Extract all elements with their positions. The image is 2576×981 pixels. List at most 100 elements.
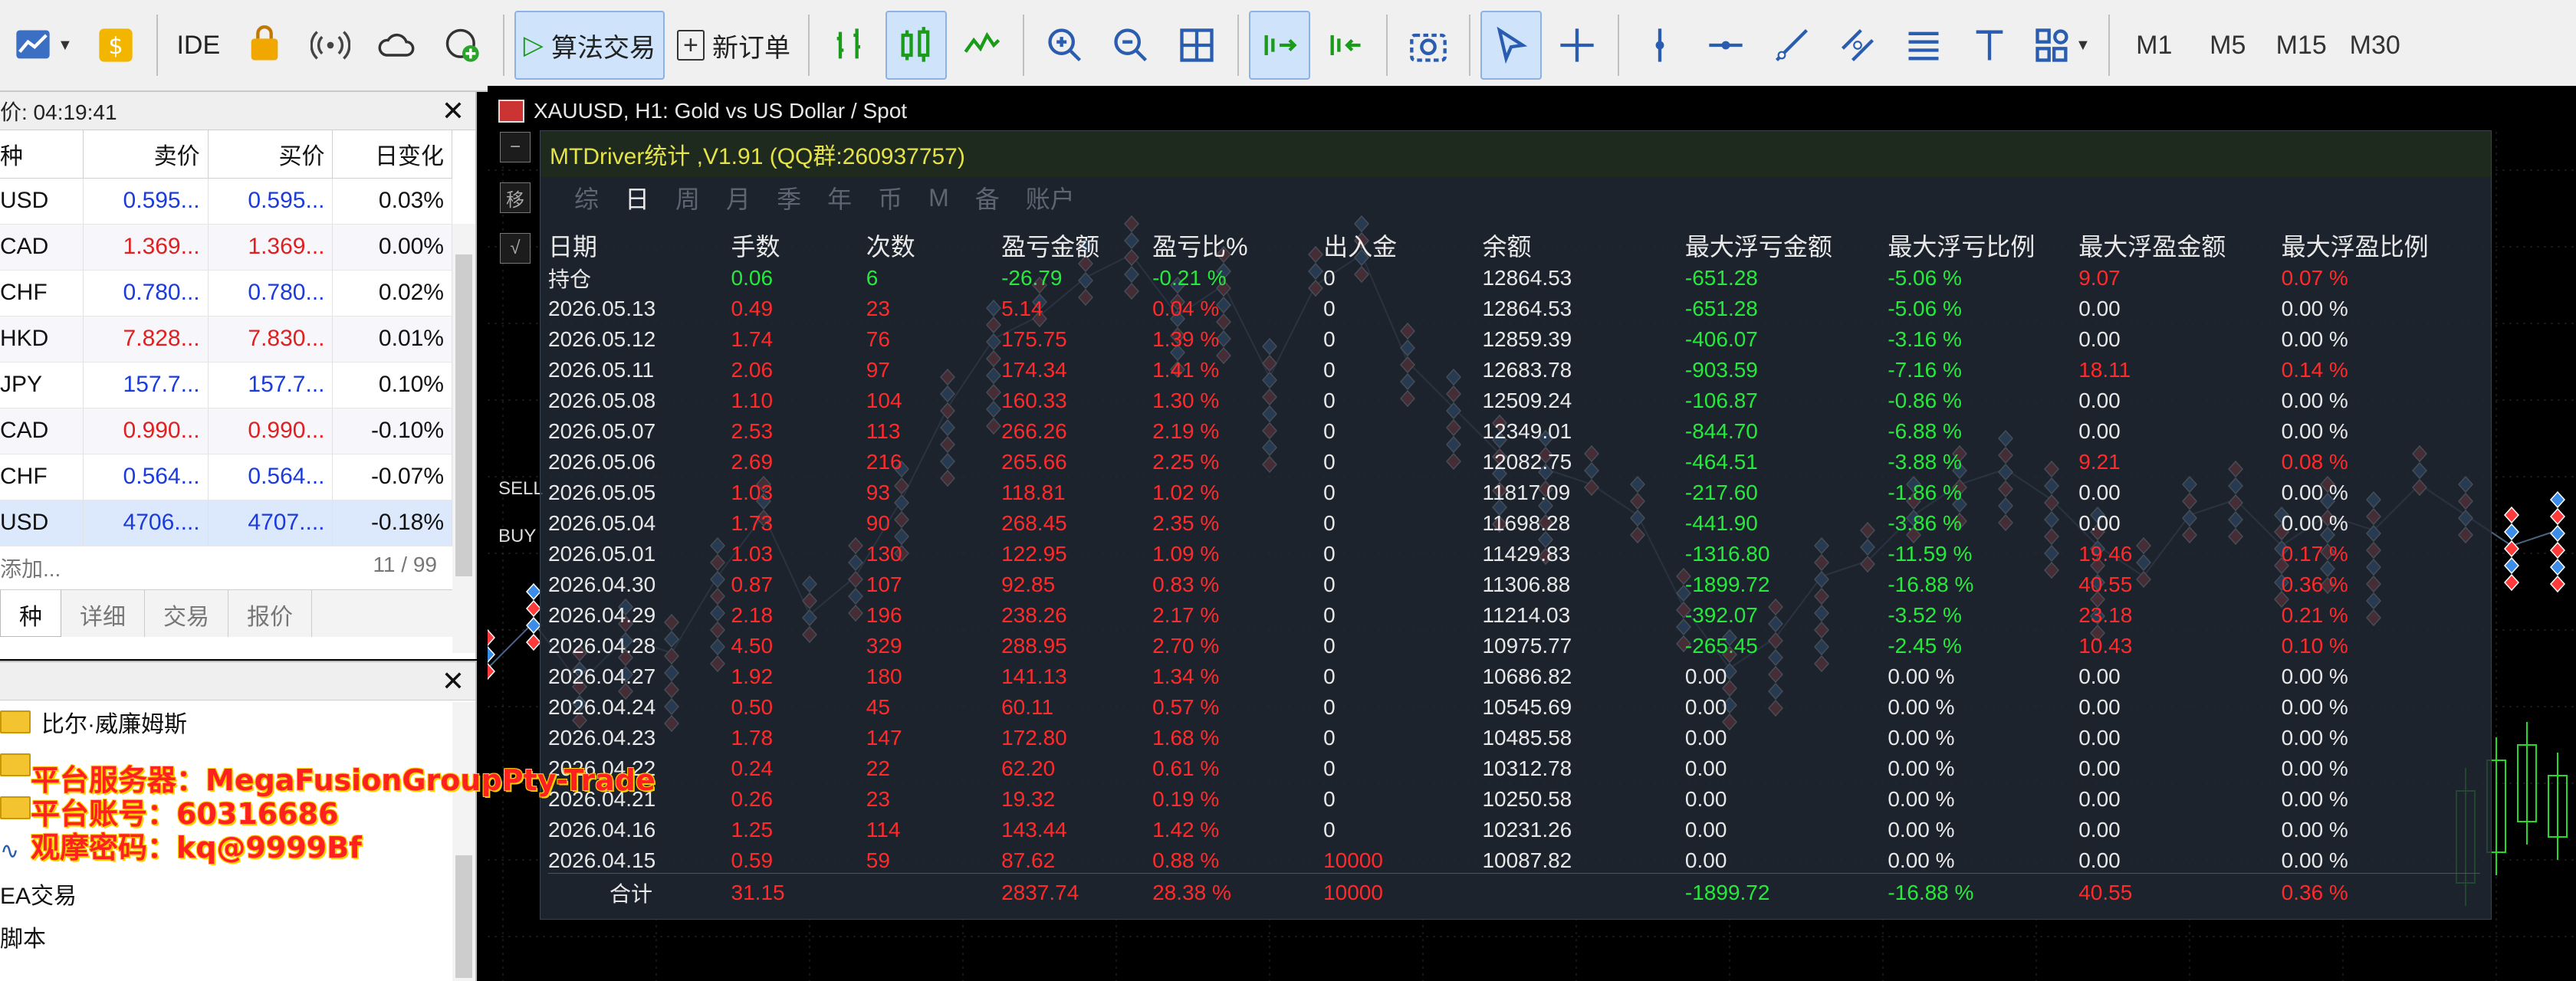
zoom-in-button[interactable] — [1034, 11, 1096, 80]
stats-cell: 10975.77 — [1482, 634, 1572, 658]
line-chart-button[interactable] — [951, 11, 1013, 80]
money-button[interactable]: $ — [85, 11, 146, 80]
stats-cell: 0.21 % — [2281, 603, 2348, 627]
market-watch-row[interactable]: USD 0.595... 0.595... 0.03% — [0, 178, 452, 225]
scrollbar-thumb[interactable] — [455, 254, 472, 576]
timeframe-m15-button[interactable]: M15 — [2267, 11, 2336, 80]
navigator-item-bill-williams[interactable]: 比尔·威廉姆斯 — [0, 700, 475, 743]
market-watch-row[interactable]: JPY 157.7... 157.7... 0.10% — [0, 362, 452, 408]
order-marker — [525, 582, 542, 601]
ide-label: IDE — [176, 30, 221, 60]
market-watch-row[interactable]: CHF 0.564... 0.564... -0.07% — [0, 454, 452, 500]
ask-cell: 0.780... — [208, 270, 334, 317]
bar-chart-button[interactable] — [820, 11, 881, 80]
stats-total-cell: 40.55 — [2078, 881, 2133, 904]
stats-row: 2026.05.08 1.10 104 160.33 1.30 % 0 12509.24 -1… — [548, 386, 2480, 416]
stats-cell: 0.00 — [2078, 726, 2121, 750]
buy-label[interactable]: BUY — [498, 526, 536, 547]
community-button[interactable] — [432, 11, 493, 80]
column-header-change[interactable]: 日变化 — [332, 130, 452, 179]
timeframe-m1-button[interactable]: M1 — [2120, 11, 2189, 80]
stats-cell: 0 — [1323, 603, 1336, 627]
candle-chart-button[interactable] — [885, 11, 947, 80]
stats-cell: 0.17 % — [2281, 542, 2348, 566]
stats-cell: 93 — [866, 481, 890, 504]
stats-tab[interactable]: 账户 — [1026, 180, 1075, 215]
chart-type-button[interactable]: ▼ — [5, 11, 80, 80]
market-button[interactable] — [234, 11, 295, 80]
stats-tab[interactable]: 综 — [574, 180, 599, 215]
column-header-bid[interactable]: 卖价 — [83, 130, 209, 179]
text-button[interactable] — [1959, 11, 2020, 80]
market-watch-row[interactable]: CAD 0.990... 0.990... -0.10% — [0, 408, 452, 454]
horizontal-line-button[interactable] — [1695, 11, 1756, 80]
order-marker — [2503, 523, 2520, 541]
tab-trading[interactable]: 交易 — [145, 589, 228, 637]
signals-button[interactable] — [300, 11, 361, 80]
stats-tab[interactable]: 季 — [777, 180, 801, 215]
scrollbar-thumb[interactable] — [455, 855, 472, 978]
minimize-panel-button[interactable]: − — [500, 132, 531, 162]
market-watch-scrollbar[interactable] — [452, 224, 475, 653]
navigator-item-scripts[interactable]: 脚本 — [0, 915, 475, 958]
ide-button[interactable]: IDE — [168, 11, 229, 80]
fibonacci-button[interactable] — [1893, 11, 1954, 80]
dollar-icon: $ — [99, 28, 133, 62]
check-button[interactable]: √ — [500, 233, 531, 264]
column-header-symbol[interactable]: 种 — [0, 130, 84, 179]
market-watch-row[interactable]: CHF 0.780... 0.780... 0.02% — [0, 270, 452, 317]
new-order-button[interactable]: + 新订单 — [669, 11, 798, 80]
stats-tab[interactable]: 周 — [675, 180, 700, 215]
channel-button[interactable] — [1827, 11, 1888, 80]
stats-cell: 0.00 — [2078, 419, 2121, 443]
vps-button[interactable] — [366, 11, 427, 80]
order-marker — [488, 628, 496, 647]
market-watch-row[interactable]: HKD 7.828... 7.830... 0.01% — [0, 316, 452, 363]
stats-column-header: 手数 — [731, 233, 780, 261]
algo-trading-button[interactable]: ▷ 算法交易 — [514, 11, 665, 80]
screenshot-button[interactable] — [1398, 11, 1459, 80]
stats-cell: 1.03 — [731, 542, 774, 566]
shapes-button[interactable]: ▼ — [2025, 11, 2098, 80]
tab-ticks[interactable]: 报价 — [228, 589, 312, 637]
tile-windows-button[interactable] — [1166, 11, 1227, 80]
chevron-down-icon: ▼ — [2075, 36, 2091, 54]
autoscroll-button[interactable] — [1248, 11, 1310, 80]
stats-cell: -406.07 — [1684, 327, 1758, 351]
close-icon[interactable]: ✕ — [442, 95, 465, 127]
stats-row: 2026.04.27 1.92 180 141.13 1.34 % 0 10686.82 0.… — [548, 661, 2480, 692]
move-panel-button[interactable]: 移 — [500, 182, 531, 213]
stats-cell: 288.95 — [1001, 634, 1067, 658]
stats-tab[interactable]: 币 — [878, 180, 902, 215]
close-icon[interactable]: ✕ — [442, 665, 465, 697]
vertical-line-button[interactable] — [1629, 11, 1691, 80]
zoom-out-button[interactable] — [1100, 11, 1162, 80]
column-header-ask[interactable]: 买价 — [208, 130, 334, 179]
stats-cell: 76 — [866, 327, 890, 351]
stats-tab[interactable]: 月 — [726, 180, 751, 215]
market-watch-row[interactable]: CAD 1.369... 1.369... 0.00% — [0, 224, 452, 271]
add-symbol-link[interactable]: 添加... — [0, 553, 61, 589]
stats-cell: 0.00 — [2078, 389, 2121, 412]
trendline-button[interactable] — [1761, 11, 1822, 80]
change-cell: 0.01% — [332, 316, 452, 363]
tab-symbols[interactable]: 种 — [0, 589, 61, 637]
stats-cell: 62.20 — [1001, 756, 1056, 780]
stats-cell: 45 — [866, 695, 890, 719]
timeframe-m30-button[interactable]: M30 — [2341, 11, 2410, 80]
stats-cell: 0.59 — [731, 848, 774, 872]
navigator-item-experts[interactable]: EA交易 — [0, 872, 475, 915]
tab-details[interactable]: 详细 — [61, 589, 145, 637]
market-watch-row[interactable]: USD 4706.... 4707.... -0.18% — [0, 500, 452, 546]
stats-tab[interactable]: M — [928, 184, 949, 212]
timeframe-m5-button[interactable]: M5 — [2193, 11, 2262, 80]
cursor-button[interactable] — [1480, 11, 1542, 80]
stats-tab[interactable]: 日 — [625, 180, 649, 215]
sell-label[interactable]: SELL — [498, 478, 544, 500]
chart-shift-button[interactable] — [1315, 11, 1376, 80]
stats-cell: 12864.53 — [1482, 297, 1572, 320]
stats-tab[interactable]: 备 — [975, 180, 1000, 215]
stats-cell: 196 — [866, 603, 902, 627]
stats-tab[interactable]: 年 — [827, 180, 852, 215]
crosshair-button[interactable] — [1546, 11, 1608, 80]
